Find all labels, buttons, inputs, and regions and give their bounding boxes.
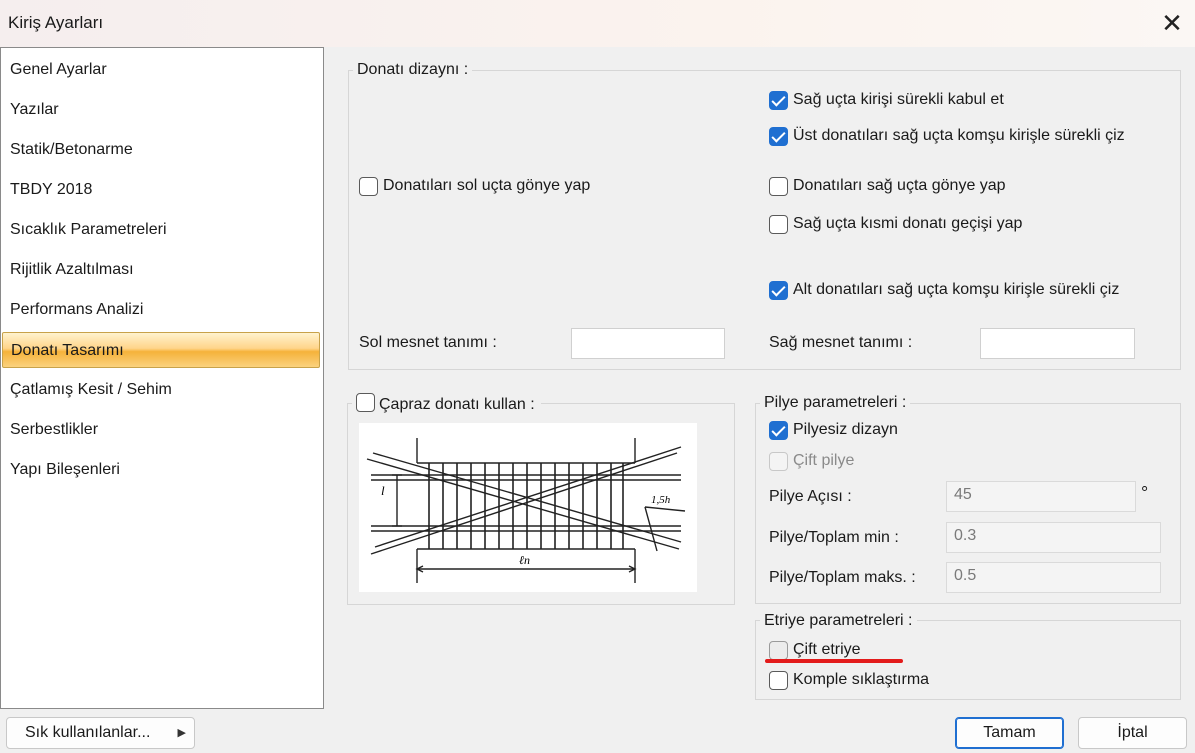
sag-surekli-label: Sağ uçta kirişi sürekli kabul et <box>793 91 1004 108</box>
capraz-donati-checkbox[interactable] <box>356 393 375 412</box>
sol-gonye-checkbox[interactable] <box>359 177 378 196</box>
pilye-min-input[interactable]: 0.3 <box>946 522 1161 553</box>
donati-dizayni-label: Donatı dizaynı : <box>353 61 473 79</box>
sidebar-item-tbdy-2018[interactable]: TBDY 2018 <box>10 176 92 204</box>
pilye-maks-input[interactable]: 0.5 <box>946 562 1161 593</box>
sidebar-item-catlamis-kesit-sehim[interactable]: Çatlamış Kesit / Sehim <box>10 376 172 404</box>
cift-pilye-checkbox[interactable] <box>769 452 788 471</box>
sidebar-item-yapi-bilesenleri[interactable]: Yapı Bileşenleri <box>10 456 120 484</box>
cift-etriye-checkbox[interactable] <box>769 641 788 660</box>
window-title: Kiriş Ayarları <box>8 13 104 32</box>
sag-surekli-checkbox[interactable] <box>769 91 788 110</box>
sidebar-item-donati-tasarimi[interactable]: Donatı Tasarımı <box>2 332 320 368</box>
favorites-button[interactable]: Sık kullanılanlar... ▶ <box>6 717 195 749</box>
pilye-min-label: Pilye/Toplam min : <box>769 529 899 546</box>
cift-etriye-label: Çift etriye <box>793 641 861 658</box>
sidebar-item-genel-ayarlar[interactable]: Genel Ayarlar <box>10 56 107 84</box>
sidebar-item-sicaklik-parametreleri[interactable]: Sıcaklık Parametreleri <box>10 216 167 244</box>
cift-pilye-label: Çift pilye <box>793 452 855 469</box>
capraz-donati-figure: l 1,5h ℓn <box>359 423 697 592</box>
pilye-group-label: Pilye parametreleri : <box>760 394 911 412</box>
pilyesiz-dizayn-checkbox[interactable] <box>769 421 788 440</box>
sag-gonye-label: Donatıları sağ uçta gönye yap <box>793 177 1006 194</box>
red-underline-annotation <box>765 659 903 663</box>
ust-sag-surekli-label: Üst donatıları sağ uçta komşu kirişle sü… <box>793 127 1125 144</box>
alt-sag-surekli-checkbox[interactable] <box>769 281 788 300</box>
sag-mesnet-label: Sağ mesnet tanımı : <box>769 334 913 351</box>
ok-button[interactable]: Tamam <box>955 717 1064 749</box>
capraz-donati-label: Çapraz donatı kullan : <box>379 396 535 413</box>
sag-mesnet-input[interactable] <box>980 328 1135 359</box>
etriye-group-label: Etriye parametreleri : <box>760 612 917 630</box>
figure-label-l: l <box>381 483 385 498</box>
sol-gonye-label: Donatıları sol uçta gönye yap <box>383 177 591 194</box>
sidebar-item-rijitlik-azaltilmasi[interactable]: Rijitlik Azaltılması <box>10 256 134 284</box>
sag-gonye-checkbox[interactable] <box>769 177 788 196</box>
settings-sidebar: Genel Ayarlar Yazılar Statik/Betonarme T… <box>0 47 324 709</box>
title-bar: Kiriş Ayarları ✕ <box>0 0 1195 47</box>
pilye-maks-label: Pilye/Toplam maks. : <box>769 569 916 586</box>
pilye-aci-label: Pilye Açısı : <box>769 488 852 505</box>
sag-kismi-checkbox[interactable] <box>769 215 788 234</box>
sidebar-item-serbestlikler[interactable]: Serbestlikler <box>10 416 98 444</box>
figure-label-dim: 1,5h <box>651 494 671 506</box>
ust-sag-surekli-checkbox[interactable] <box>769 127 788 146</box>
pilye-aci-input[interactable]: 45 <box>946 481 1136 512</box>
alt-sag-surekli-label: Alt donatıları sağ uçta komşu kirişle sü… <box>793 281 1120 298</box>
degree-unit: ° <box>1141 483 1149 503</box>
sol-mesnet-label: Sol mesnet tanımı : <box>359 334 497 351</box>
komple-siklastirma-label: Komple sıklaştırma <box>793 671 930 688</box>
komple-siklastirma-checkbox[interactable] <box>769 671 788 690</box>
pilyesiz-dizayn-label: Pilyesiz dizayn <box>793 421 898 438</box>
sidebar-item-performans-analizi[interactable]: Performans Analizi <box>10 296 143 324</box>
sol-mesnet-input[interactable] <box>571 328 725 359</box>
figure-label-ln: ℓn <box>519 553 530 567</box>
capraz-donati-header: Çapraz donatı kullan : <box>352 393 541 414</box>
cancel-button[interactable]: İptal <box>1078 717 1187 749</box>
sidebar-item-statik-betonarme[interactable]: Statik/Betonarme <box>10 136 133 164</box>
chevron-right-icon: ▶ <box>177 727 186 739</box>
favorites-label: Sık kullanılanlar... <box>25 724 151 741</box>
sidebar-item-yazilar[interactable]: Yazılar <box>10 96 59 124</box>
close-icon[interactable]: ✕ <box>1160 8 1184 38</box>
sag-kismi-label: Sağ uçta kısmi donatı geçişi yap <box>793 215 1023 232</box>
donati-dizayni-group <box>348 70 1181 370</box>
